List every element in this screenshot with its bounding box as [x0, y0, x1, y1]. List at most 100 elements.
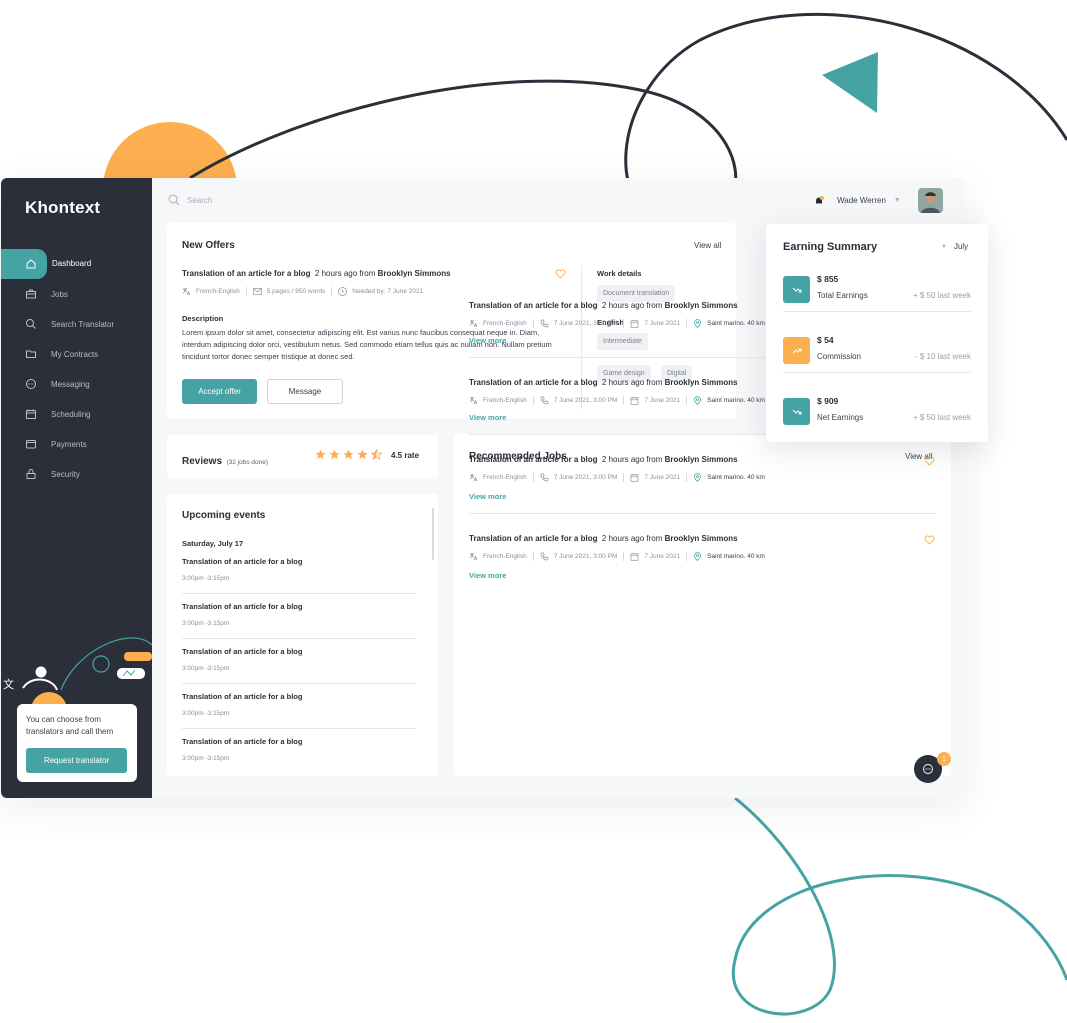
sidebar-item-jobs[interactable]: Jobs [1, 279, 152, 309]
job-meta: French-English 7 June 2021, 3:00 PM 7 June… [469, 319, 765, 328]
scrollbar[interactable] [432, 508, 434, 560]
sidebar-item-security[interactable]: Security [1, 459, 152, 489]
job-title: Translation of an article for a blog 2 h… [469, 378, 738, 387]
job-date: 7 June 2021 [644, 397, 681, 404]
view-all-link[interactable]: View all [694, 241, 721, 250]
recommended-job-item[interactable]: Translation of an article for a blog 2 h… [454, 455, 951, 515]
briefcase-icon [25, 288, 37, 300]
upcoming-events-card: Upcoming events Saturday, July 17 Transl… [167, 494, 438, 776]
sidebar-item-scheduling[interactable]: Scheduling [1, 399, 152, 429]
sidebar-item-label: My Contracts [51, 349, 99, 359]
job-author: Brooklyn Simmons [664, 301, 738, 310]
bell-icon[interactable] [813, 195, 825, 207]
heart-icon[interactable] [555, 269, 566, 279]
job-call-time: 7 June 2021, 3:00 PM [553, 320, 618, 327]
half-star-icon [371, 449, 382, 460]
calendar-icon [630, 396, 639, 405]
earning-label: Total Earnings [817, 291, 868, 300]
star-icon [357, 449, 368, 460]
event-time: 3:00pm -3:15pm [182, 755, 230, 762]
search-icon [168, 194, 180, 206]
earning-change: + $ 50 last week [912, 291, 971, 300]
job-title-text: Translation of an article for a blog [469, 455, 598, 464]
location-icon [693, 319, 702, 328]
calendar-icon [630, 552, 639, 561]
job-language: French-English [483, 553, 527, 560]
svg-text:文: 文 [3, 677, 14, 691]
divider [783, 372, 971, 373]
job-meta: French-English 7 June 2021, 3:00 PM 7 June… [469, 552, 765, 561]
heart-icon[interactable] [924, 535, 935, 545]
phone-icon [540, 473, 549, 482]
lock-icon [25, 468, 37, 480]
message-button[interactable]: Message [267, 379, 343, 404]
sidebar-item-my-contracts[interactable]: My Contracts [1, 339, 152, 369]
divider [783, 311, 971, 312]
reviews-card: Reviews (32 jobs done) 4.5 rate [167, 435, 438, 478]
sidebar-item-search-translator[interactable]: Search Translator [1, 309, 152, 339]
calendar-icon [630, 473, 639, 482]
sidebar-item-messaging[interactable]: Messaging [1, 369, 152, 399]
accept-offer-button[interactable]: Accept offer [182, 379, 257, 404]
event-title[interactable]: Translation of an article for a blog [182, 737, 302, 746]
location-icon [693, 473, 702, 482]
rating-stars [315, 449, 385, 460]
offer-posted: 2 hours ago from [314, 269, 376, 278]
divider [182, 638, 416, 639]
event-title[interactable]: Translation of an article for a blog [182, 602, 302, 611]
avatar[interactable] [917, 188, 943, 213]
chevron-down-icon[interactable]: ▼ [894, 197, 901, 204]
month-select[interactable]: ▼ July [941, 242, 968, 251]
view-more-link[interactable]: View more [469, 492, 506, 501]
job-author: Brooklyn Simmons [664, 455, 738, 464]
sidebar-item-label: Dashboard [52, 259, 92, 268]
mail-icon [252, 287, 262, 296]
view-more-link[interactable]: View more [469, 336, 506, 345]
job-author: Brooklyn Simmons [664, 534, 738, 543]
offer-job-title[interactable]: Translation of an article for a blog 2 h… [182, 269, 451, 278]
earning-label: Commission [817, 352, 862, 361]
job-posted: 2 hours ago from [601, 301, 663, 310]
job-title: Translation of an article for a blog 2 h… [469, 534, 738, 543]
job-call-time: 7 June 2021, 3:00 PM [553, 397, 618, 404]
recommended-job-item[interactable]: Translation of an article for a blog 2 h… [454, 534, 951, 594]
event-title[interactable]: Translation of an article for a blog [182, 557, 302, 566]
translate-icon [469, 319, 478, 328]
view-more-link[interactable]: View more [469, 413, 506, 422]
offer-author: Brooklyn Simmons [377, 269, 451, 278]
folder-icon [25, 348, 37, 360]
offer-title-text: Translation of an article for a blog [182, 269, 311, 278]
job-posted: 2 hours ago from [601, 378, 663, 387]
job-author: Brooklyn Simmons [664, 378, 738, 387]
job-title-text: Translation of an article for a blog [469, 378, 598, 387]
view-more-link[interactable]: View more [469, 571, 506, 580]
earning-amount: $ 855 [817, 274, 839, 284]
event-title[interactable]: Translation of an article for a blog [182, 692, 302, 701]
phone-icon [540, 396, 549, 405]
location-icon [693, 552, 702, 561]
star-icon [343, 449, 354, 460]
sidebar: Khontext Dashboard Jobs Search Translato… [1, 178, 152, 798]
upcoming-events-title: Upcoming events [182, 510, 266, 521]
month-value: July [953, 242, 969, 251]
heart-icon[interactable] [924, 456, 935, 466]
user-menu[interactable]: Wade Werren ▼ [813, 188, 943, 213]
job-language: French-English [483, 320, 527, 327]
sidebar-item-payments[interactable]: Payments [1, 429, 152, 459]
reviews-jobs-done: (32 jobs done) [226, 459, 269, 466]
sidebar-item-dashboard[interactable] [1, 249, 47, 279]
job-posted: 2 hours ago from [601, 534, 663, 543]
work-tag: Document translation [597, 285, 676, 302]
search-bar[interactable]: Search [168, 194, 212, 206]
translate-icon [469, 396, 478, 405]
request-translator-button[interactable]: Request translator [26, 748, 127, 773]
job-language: French-English [483, 474, 527, 481]
earning-amount: $ 54 [817, 335, 834, 345]
search-icon [25, 318, 37, 330]
job-title-text: Translation of an article for a blog [469, 301, 598, 310]
work-details-label: Work details [597, 269, 642, 278]
event-title[interactable]: Translation of an article for a blog [182, 647, 302, 656]
search-placeholder: Search [187, 195, 213, 205]
sidebar-item-label: Jobs [51, 289, 68, 299]
phone-icon [540, 319, 549, 328]
